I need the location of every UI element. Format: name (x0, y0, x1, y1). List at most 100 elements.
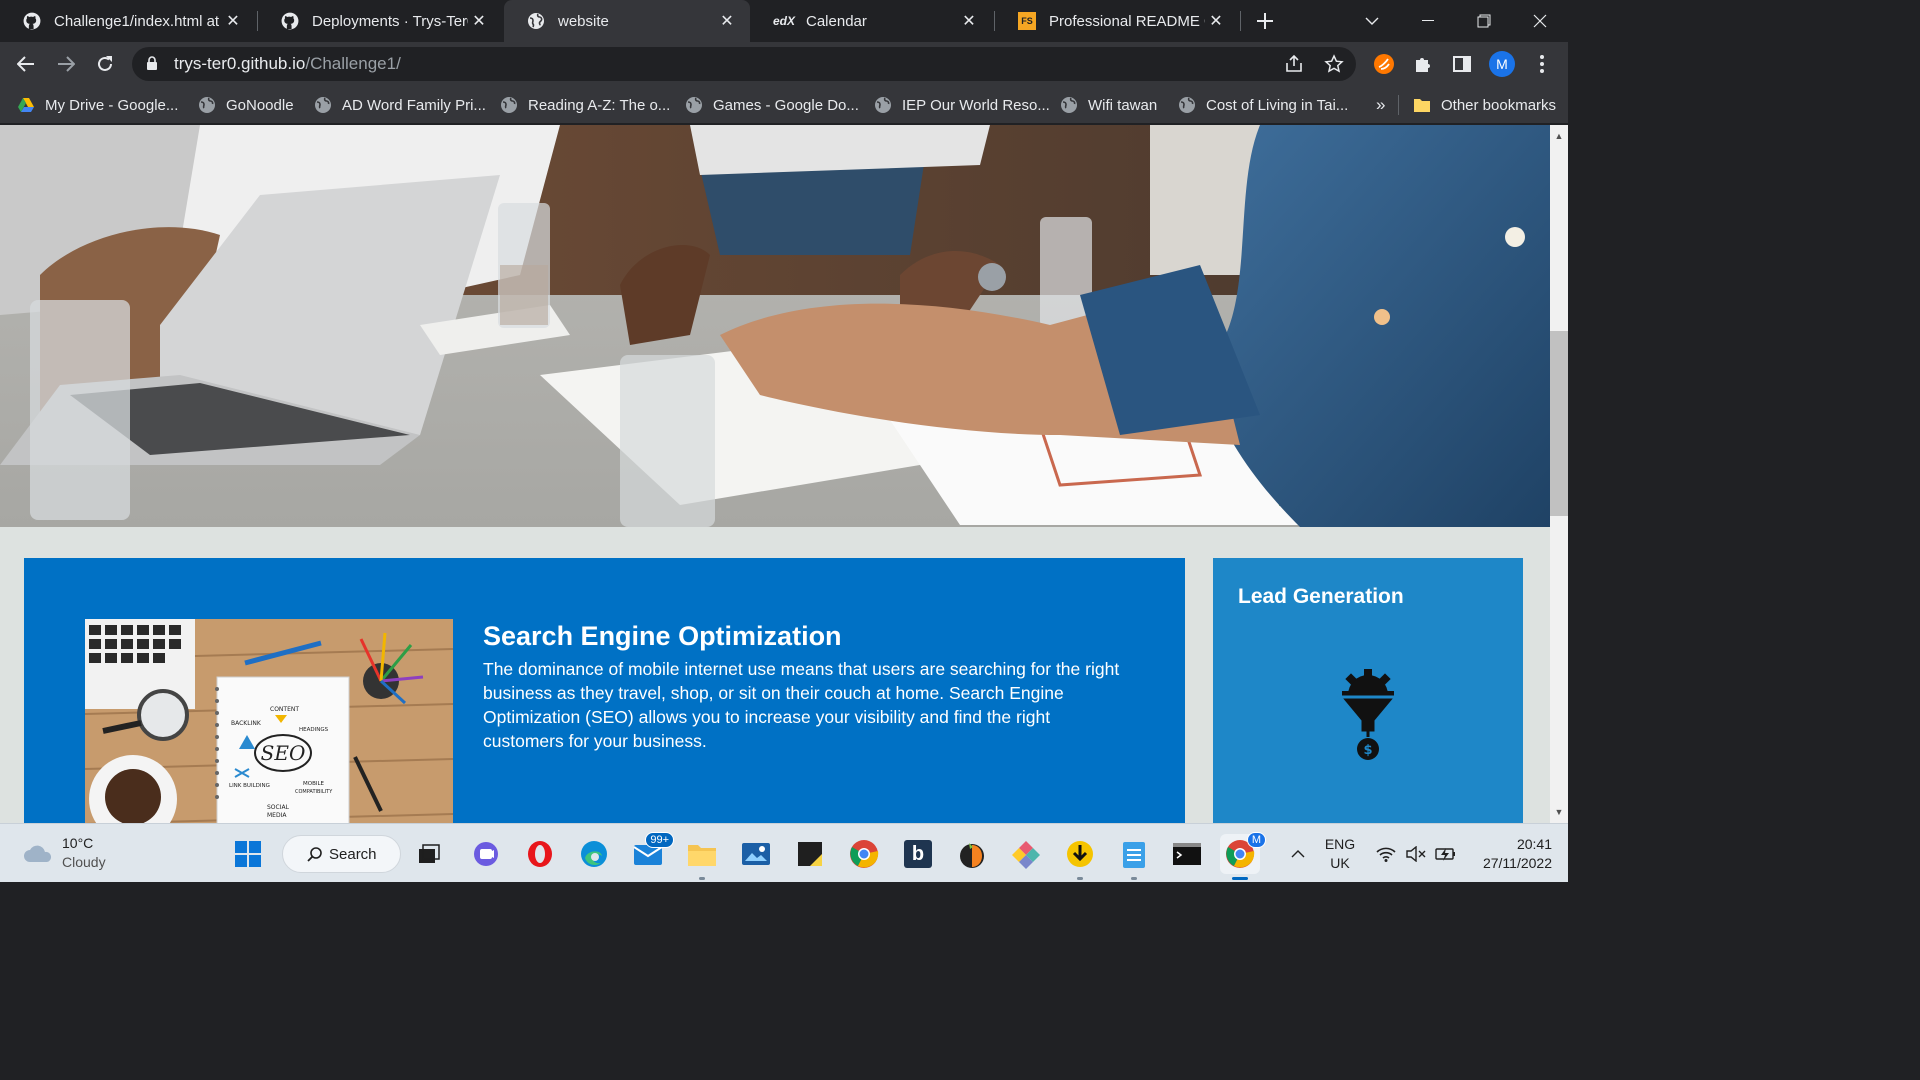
weather-temp: 10°C (62, 835, 94, 851)
minimize-button[interactable] (1400, 0, 1456, 42)
side-panel-icon[interactable] (1446, 48, 1478, 80)
clock-time: 20:41 (1516, 836, 1552, 852)
show-hidden-icons-button[interactable] (1286, 824, 1310, 883)
globe-icon (875, 97, 891, 113)
lead-funnel-icon: $ (1336, 667, 1400, 768)
bookmark-my-drive[interactable]: My Drive - Google... (17, 93, 178, 117)
notepad-button[interactable] (1114, 834, 1154, 880)
close-icon[interactable]: ✕ (958, 10, 980, 32)
tab-website[interactable]: website ✕ (504, 0, 750, 42)
mail-button[interactable]: 99+ (628, 832, 674, 874)
input-language-button[interactable]: ENG UK (1318, 824, 1362, 883)
minimize-icon (1422, 20, 1434, 21)
tab-search-button[interactable] (1344, 0, 1400, 42)
bookmark-gonoodle[interactable]: GoNoodle (198, 93, 294, 117)
weather-widget[interactable]: 10°C Cloudy (22, 834, 106, 872)
star-icon[interactable] (1324, 54, 1344, 79)
close-icon[interactable]: ✕ (716, 10, 738, 32)
seo-card: SEO CONTENT BACKLINK HEADINGS LINK BUILD… (24, 558, 1185, 823)
profile-avatar[interactable]: M (1486, 48, 1518, 80)
taskbar-search[interactable]: Search (282, 835, 401, 873)
scroll-up-arrow[interactable]: ▲ (1550, 128, 1568, 144)
chrome-profile-button[interactable]: M (1220, 832, 1266, 880)
start-button[interactable] (228, 834, 268, 874)
bookmark-games[interactable]: Games - Google Do... (685, 93, 859, 117)
folder-icon (1414, 99, 1430, 112)
chevron-double-right-icon: » (1376, 95, 1386, 114)
lock-icon[interactable] (146, 56, 158, 76)
close-icon[interactable]: ✕ (468, 10, 490, 32)
tab-deployments[interactable]: Deployments · Trys-Ter0/C ✕ (258, 0, 502, 42)
bing-b-button[interactable]: b (898, 834, 938, 874)
teams-chat-button[interactable] (466, 834, 506, 874)
scroll-down-arrow[interactable]: ▼ (1550, 804, 1568, 820)
tab-readme-guide[interactable]: FS Professional README Gui ✕ (995, 0, 1239, 42)
close-window-button[interactable] (1512, 0, 1568, 42)
page-content: SEO CONTENT BACKLINK HEADINGS LINK BUILD… (0, 125, 1550, 823)
extension-avast-icon[interactable] (1368, 48, 1400, 80)
page-scrollbar[interactable]: ▲ ▼ (1550, 125, 1568, 823)
arrow-right-icon (58, 56, 75, 72)
lead-generation-card: Lead Generation $ (1213, 558, 1523, 823)
notepad-icon (1123, 842, 1145, 868)
cloud-icon (24, 845, 52, 862)
globe-icon (315, 97, 331, 113)
back-button[interactable] (10, 48, 42, 80)
close-icon[interactable]: ✕ (1205, 10, 1227, 32)
photos-icon (742, 843, 770, 865)
menu-button[interactable] (1526, 48, 1558, 80)
extensions-puzzle-icon[interactable] (1407, 48, 1439, 80)
running-indicator (1131, 877, 1137, 880)
tiles-app-button[interactable] (1006, 834, 1046, 874)
mail-badge: 99+ (645, 832, 674, 848)
url-text[interactable]: trys-ter0.github.io/Challenge1/ (174, 54, 401, 74)
github-icon (22, 11, 42, 31)
restore-icon (1477, 14, 1491, 28)
address-bar[interactable]: trys-ter0.github.io/Challenge1/ (132, 47, 1356, 81)
other-bookmarks-folder[interactable]: Other bookmarks (1413, 93, 1556, 117)
bookmark-label: GoNoodle (226, 96, 294, 114)
share-icon[interactable] (1284, 54, 1304, 79)
fs-icon: FS (1017, 11, 1037, 31)
new-tab-button[interactable] (1249, 5, 1281, 37)
bookmark-wifi-tawan[interactable]: Wifi tawan (1060, 93, 1157, 117)
bookmark-label: IEP Our World Reso... (902, 96, 1050, 114)
opera-button[interactable] (520, 834, 560, 874)
tab-challenge1[interactable]: Challenge1/index.html at ✕ (0, 0, 256, 42)
restore-button[interactable] (1456, 0, 1512, 42)
task-view-button[interactable] (409, 834, 449, 874)
chrome-button[interactable] (844, 834, 884, 874)
bookmarks-overflow-button[interactable]: » (1376, 93, 1385, 117)
language-region: UK (1330, 854, 1350, 871)
download-icon (1067, 841, 1093, 867)
b-app-icon: b (904, 840, 932, 868)
forward-button[interactable] (50, 48, 82, 80)
reload-button[interactable] (89, 48, 121, 80)
url-path: /Challenge1/ (305, 54, 401, 73)
download-app-button[interactable] (1060, 834, 1100, 880)
bookmark-iep[interactable]: IEP Our World Reso... (874, 93, 1050, 117)
seo-description: The dominance of mobile internet use mea… (483, 659, 1120, 751)
tab-calendar[interactable]: edX Calendar ✕ (752, 0, 992, 42)
terminal-button[interactable] (1167, 834, 1207, 874)
wifi-button[interactable] (1374, 824, 1398, 883)
link-building-word: LINK BUILDING (229, 783, 270, 789)
battery-charging-icon (1435, 847, 1455, 861)
close-icon[interactable]: ✕ (222, 10, 244, 32)
battery-button[interactable] (1434, 824, 1458, 883)
bookmarks-bar: My Drive - Google... GoNoodle AD Word Fa… (0, 86, 1568, 124)
fl-studio-button[interactable] (952, 834, 992, 874)
file-explorer-button[interactable] (682, 834, 722, 880)
scrollbar-thumb[interactable] (1550, 331, 1568, 516)
edge-button[interactable] (574, 834, 614, 874)
volume-muted-button[interactable] (1404, 824, 1428, 883)
sticky-notes-button[interactable] (790, 834, 830, 874)
active-indicator (1232, 877, 1248, 880)
photos-button[interactable] (736, 834, 776, 874)
bookmark-cost-of-living[interactable]: Cost of Living in Tai... (1178, 93, 1348, 117)
clock[interactable]: 20:41 27/11/2022 (1468, 835, 1552, 873)
bookmark-ad-word-family[interactable]: AD Word Family Pri... (314, 93, 486, 117)
media-word: MEDIA (267, 812, 287, 819)
bookmark-reading-az[interactable]: Reading A-Z: The o... (500, 93, 670, 117)
github-icon (280, 11, 300, 31)
